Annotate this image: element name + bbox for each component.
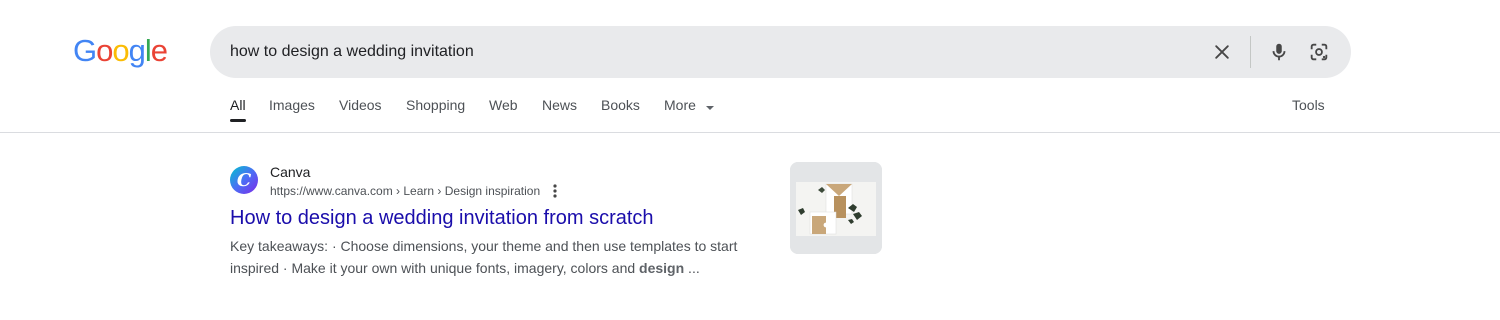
result-title-link[interactable]: How to design a wedding invitation from … bbox=[230, 205, 654, 231]
tab-images[interactable]: Images bbox=[269, 96, 315, 114]
microphone-icon[interactable] bbox=[1267, 40, 1291, 64]
tab-label: News bbox=[542, 97, 578, 113]
tab-label: Images bbox=[269, 97, 315, 113]
snippet-ellipsis: ... bbox=[684, 260, 700, 276]
wedding-invitation-photo bbox=[790, 162, 882, 254]
tab-books[interactable]: Books bbox=[601, 96, 640, 114]
logo-letter: g bbox=[128, 33, 146, 68]
google-logo[interactable]: G o o g l e bbox=[73, 33, 168, 69]
tab-label: Videos bbox=[339, 97, 382, 113]
tab-label: All bbox=[230, 97, 246, 113]
tab-label: Books bbox=[601, 97, 640, 113]
search-box bbox=[210, 26, 1351, 78]
tools-button[interactable]: Tools bbox=[1292, 96, 1325, 114]
snippet-highlight: design bbox=[639, 260, 685, 276]
logo-letter: o bbox=[112, 33, 129, 68]
nav-divider bbox=[0, 132, 1500, 133]
tab-label: More bbox=[664, 97, 696, 113]
result-site-name[interactable]: Canva bbox=[270, 163, 310, 181]
tab-videos[interactable]: Videos bbox=[339, 96, 382, 114]
caret-down-icon bbox=[705, 97, 714, 115]
tab-news[interactable]: News bbox=[542, 96, 577, 114]
close-icon[interactable] bbox=[1210, 40, 1234, 64]
tab-more[interactable]: More bbox=[664, 96, 714, 115]
logo-letter: o bbox=[96, 33, 113, 68]
tab-web[interactable]: Web bbox=[489, 96, 518, 114]
active-tab-indicator bbox=[230, 119, 246, 122]
tab-label: Web bbox=[489, 97, 518, 113]
favicon-letter: C bbox=[236, 169, 252, 191]
result-url[interactable]: https://www.canva.com › Learn › Design i… bbox=[270, 183, 540, 199]
more-options-icon[interactable] bbox=[548, 183, 562, 199]
search-results-page: G o o g l e All bbox=[0, 0, 1500, 320]
result-thumbnail[interactable] bbox=[790, 162, 882, 254]
tab-shopping[interactable]: Shopping bbox=[406, 96, 465, 114]
tab-all[interactable]: All bbox=[230, 96, 246, 122]
search-box-divider bbox=[1250, 36, 1251, 68]
site-favicon[interactable]: C bbox=[230, 166, 258, 194]
result-snippet: Key takeaways: · Choose dimensions, your… bbox=[230, 235, 760, 279]
logo-letter: e bbox=[150, 33, 168, 68]
tab-label: Shopping bbox=[406, 97, 466, 113]
camera-lens-icon[interactable] bbox=[1307, 40, 1331, 64]
search-input[interactable] bbox=[230, 26, 1190, 78]
logo-letter: G bbox=[73, 33, 97, 68]
